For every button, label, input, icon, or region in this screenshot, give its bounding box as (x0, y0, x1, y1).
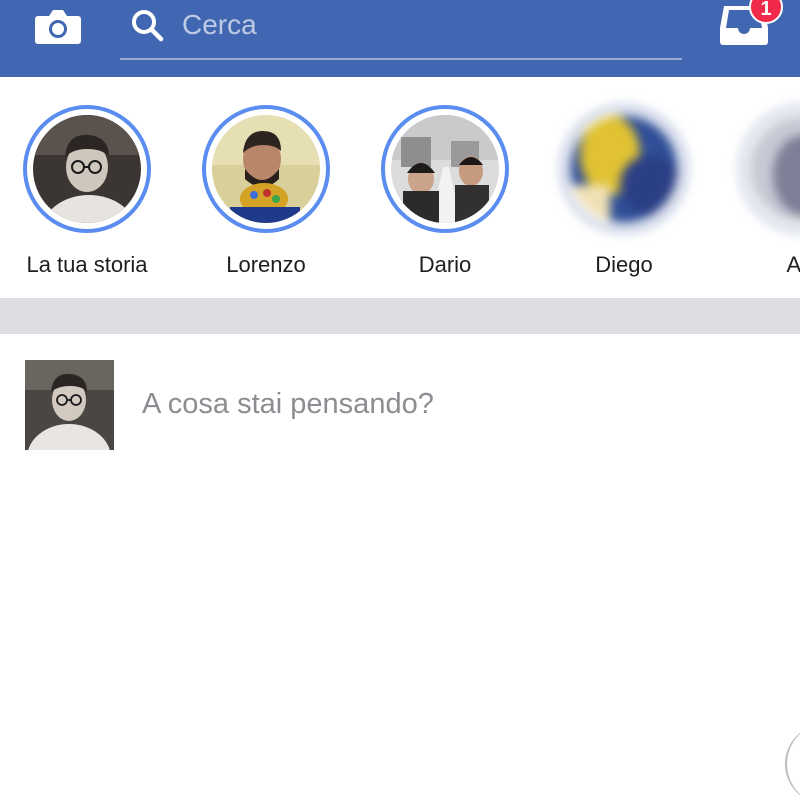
composer-input[interactable]: A cosa stai pensando? (142, 388, 434, 421)
avatar (33, 115, 141, 223)
avatar[interactable] (25, 360, 114, 450)
stories-tray: La tua storia Lorenzo Dario Diego A (0, 77, 800, 298)
story-item-dario[interactable]: Dario (360, 105, 530, 285)
camera-icon (35, 10, 81, 44)
section-divider (0, 298, 800, 334)
story-item-diego[interactable]: Diego (539, 105, 709, 285)
avatar (570, 115, 678, 223)
post-composer: A cosa stai pensando? (0, 334, 800, 804)
story-avatar-ring (560, 105, 688, 233)
story-avatar-ring (739, 105, 800, 233)
story-avatar-ring (381, 105, 509, 233)
story-item-partial[interactable]: Ant (718, 105, 800, 285)
search-icon[interactable] (130, 8, 164, 42)
story-name: Ant (786, 252, 800, 277)
search-bar (120, 0, 682, 60)
edge-element (785, 724, 800, 804)
avatar (391, 115, 499, 223)
search-input[interactable] (180, 4, 664, 46)
story-item-lorenzo[interactable]: Lorenzo (181, 105, 351, 285)
story-name: Diego (595, 252, 653, 277)
story-name: Dario (418, 252, 472, 277)
story-avatar-ring (202, 105, 330, 233)
camera-button[interactable] (34, 6, 82, 46)
story-name: Lorenzo (226, 252, 306, 277)
story-name: La tua storia (26, 252, 148, 277)
avatar (749, 115, 800, 223)
story-item-own[interactable]: La tua storia (2, 105, 172, 285)
top-bar: 1 (0, 0, 800, 77)
avatar (212, 115, 320, 223)
story-avatar-ring (23, 105, 151, 233)
